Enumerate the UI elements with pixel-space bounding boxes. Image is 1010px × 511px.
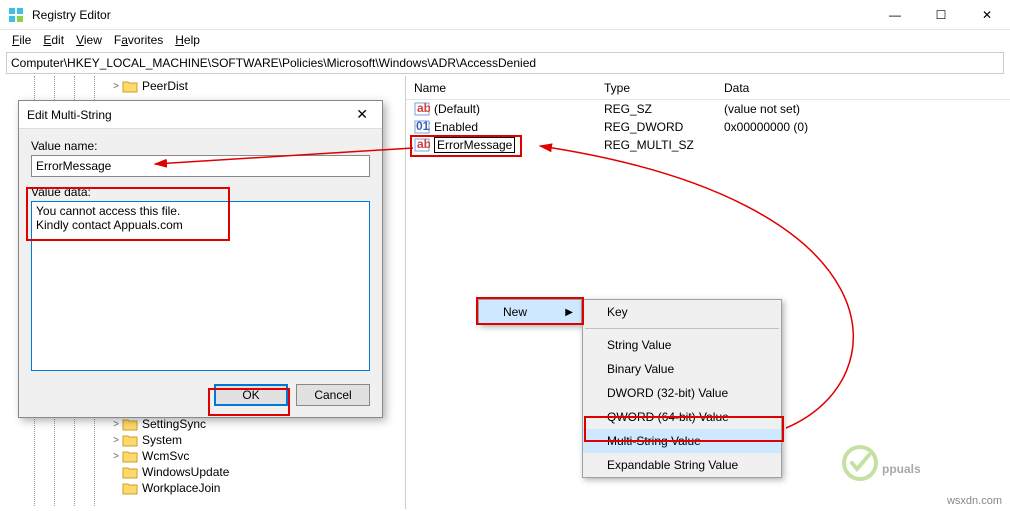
tree-item-workplacejoin[interactable]: WorkplaceJoin: [0, 480, 405, 496]
folder-icon: [122, 449, 138, 463]
tree-item-system[interactable]: > System: [0, 432, 405, 448]
edit-multistring-dialog: Edit Multi-String ✕ Value name: Value da…: [18, 100, 383, 418]
valuedata-label: Value data:: [31, 185, 370, 199]
col-header-name[interactable]: Name: [406, 81, 596, 95]
svg-text:ab: ab: [417, 137, 430, 151]
svg-text:ppuals: ppuals: [882, 462, 921, 476]
menu-separator: [585, 328, 779, 329]
col-header-data[interactable]: Data: [716, 81, 1010, 95]
expand-icon[interactable]: >: [110, 419, 122, 430]
context-item-qword[interactable]: QWORD (64-bit) Value: [583, 405, 781, 429]
submenu-arrow-icon: ▶: [565, 307, 573, 318]
brand-watermark: ppuals: [840, 438, 990, 491]
valuedata-input[interactable]: [31, 201, 370, 371]
tree-item-settingsync[interactable]: > SettingSync: [0, 416, 405, 432]
menu-help[interactable]: Help: [169, 31, 206, 49]
menu-view[interactable]: View: [70, 31, 108, 49]
expand-icon[interactable]: >: [110, 451, 122, 462]
context-item-binary[interactable]: Binary Value: [583, 357, 781, 381]
close-button[interactable]: ✕: [964, 0, 1010, 30]
dialog-close-button[interactable]: ✕: [350, 104, 374, 125]
context-item-key[interactable]: Key: [583, 300, 781, 324]
rename-input[interactable]: ErrorMessage: [434, 137, 515, 153]
window-titlebar: Registry Editor — ☐ ✕: [0, 0, 1010, 30]
svg-text:ab: ab: [417, 101, 430, 115]
folder-icon: [122, 417, 138, 431]
valuename-input[interactable]: [31, 155, 370, 177]
valuename-label: Value name:: [31, 139, 370, 153]
value-row-errormessage[interactable]: ab ErrorMessage REG_MULTI_SZ: [406, 136, 1010, 154]
expand-icon[interactable]: >: [110, 81, 122, 92]
context-item-expandstring[interactable]: Expandable String Value: [583, 453, 781, 477]
folder-icon: [122, 433, 138, 447]
folder-icon: [122, 481, 138, 495]
window-title: Registry Editor: [32, 8, 872, 22]
ok-button[interactable]: OK: [214, 384, 288, 406]
folder-icon: [122, 465, 138, 479]
cancel-button[interactable]: Cancel: [296, 384, 370, 406]
tree-item-peerdist[interactable]: > PeerDist: [0, 78, 405, 94]
tree-item-wcmsvc[interactable]: > WcmSvc: [0, 448, 405, 464]
menu-favorites[interactable]: Favorites: [108, 31, 169, 49]
minimize-button[interactable]: —: [872, 0, 918, 30]
context-item-multistring[interactable]: Multi-String Value: [583, 429, 781, 453]
maximize-button[interactable]: ☐: [918, 0, 964, 30]
svg-text:011: 011: [416, 119, 430, 133]
menubar: File Edit View Favorites Help: [0, 30, 1010, 50]
list-header: Name Type Data: [406, 76, 1010, 100]
regedit-icon: [8, 7, 24, 23]
expand-icon[interactable]: >: [110, 435, 122, 446]
dword-value-icon: 011: [414, 119, 430, 135]
menu-file[interactable]: File: [6, 31, 37, 49]
dialog-title: Edit Multi-String: [27, 108, 350, 122]
value-row-enabled[interactable]: 011 Enabled REG_DWORD 0x00000000 (0): [406, 118, 1010, 136]
dialog-titlebar[interactable]: Edit Multi-String ✕: [19, 101, 382, 129]
context-submenu-new: Key String Value Binary Value DWORD (32-…: [582, 299, 782, 478]
col-header-type[interactable]: Type: [596, 81, 716, 95]
value-row-default[interactable]: ab (Default) REG_SZ (value not set): [406, 100, 1010, 118]
context-item-string[interactable]: String Value: [583, 333, 781, 357]
context-item-dword[interactable]: DWORD (32-bit) Value: [583, 381, 781, 405]
tree-item-windowsupdate[interactable]: WindowsUpdate: [0, 464, 405, 480]
context-item-new[interactable]: New ▶: [479, 300, 581, 324]
address-text: Computer\HKEY_LOCAL_MACHINE\SOFTWARE\Pol…: [11, 56, 536, 70]
folder-icon: [122, 79, 138, 93]
context-menu: New ▶: [478, 299, 582, 325]
string-value-icon: ab: [414, 101, 430, 117]
string-value-icon: ab: [414, 137, 430, 153]
address-bar[interactable]: Computer\HKEY_LOCAL_MACHINE\SOFTWARE\Pol…: [6, 52, 1004, 74]
watermark-text: wsxdn.com: [947, 495, 1002, 507]
menu-edit[interactable]: Edit: [37, 31, 70, 49]
